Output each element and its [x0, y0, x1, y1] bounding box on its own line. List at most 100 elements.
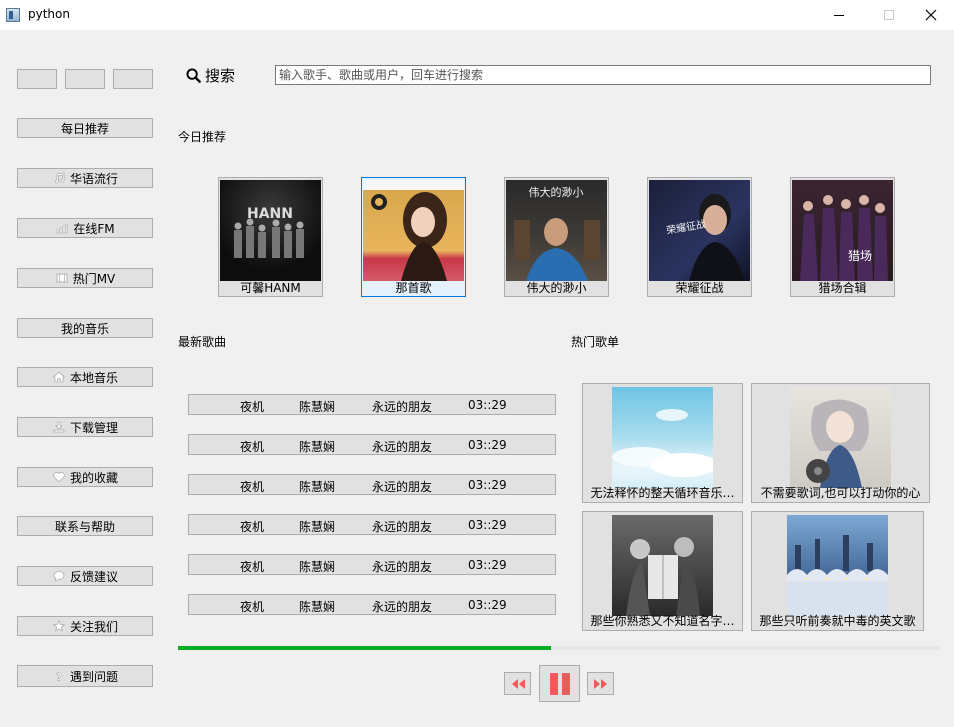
pause-icon — [549, 672, 570, 695]
previous-button[interactable] — [504, 672, 531, 695]
search-label-text: 搜索 — [205, 67, 236, 85]
playlist-title: 不需要歌词,也可以打动你的心 — [760, 486, 921, 500]
svg-text:?: ? — [56, 671, 62, 683]
sidebar-item-local-music[interactable]: 本地音乐 — [17, 367, 153, 387]
song-album: 永远的朋友 — [372, 560, 433, 574]
playlist-cover — [790, 387, 891, 488]
sidebar-item-label: 华语流行 — [69, 171, 118, 186]
home-icon — [52, 371, 66, 383]
playback-progress-fill — [178, 646, 552, 650]
song-row[interactable]: 夜机 陈慧娴 永远的朋友 03::29 — [188, 514, 556, 535]
song-name: 夜机 — [240, 560, 265, 574]
playlist-cover — [612, 515, 713, 616]
song-artist: 陈慧娴 — [299, 440, 336, 454]
search-input[interactable] — [275, 65, 931, 85]
album-cover-text: 猎场 — [848, 249, 872, 263]
sidebar-item-daily[interactable]: 每日推荐 — [17, 118, 153, 138]
album-card-great-small[interactable]: 伟大的渺小 伟大的渺小 — [504, 177, 609, 297]
maximize-button[interactable] — [866, 0, 912, 30]
pause-button[interactable] — [539, 665, 580, 702]
sidebar-item-fm[interactable]: 在线FM — [17, 218, 153, 238]
album-cover: 猎场 — [792, 180, 893, 281]
hot-section-title: 热门歌单 — [571, 335, 620, 349]
song-name: 夜机 — [240, 600, 265, 614]
sidebar-item-label: 遇到问题 — [69, 669, 118, 684]
playlist-cover — [787, 515, 888, 616]
window-title: python — [28, 7, 70, 21]
album-card-hann[interactable]: HANN 可馨HANM — [218, 177, 323, 297]
song-album: 永远的朋友 — [372, 480, 433, 494]
minimize-button[interactable] — [816, 0, 862, 30]
playlist-title: 那些只听前奏就中毒的英文歌 — [759, 614, 916, 628]
sidebar-item-label: 反馈建议 — [69, 569, 118, 584]
playlist-card[interactable]: 不需要歌词,也可以打动你的心 — [751, 383, 930, 503]
sidebar-top-button-2[interactable] — [65, 69, 105, 89]
heart-icon — [52, 471, 66, 483]
app-icon — [6, 8, 20, 22]
song-album: 永远的朋友 — [372, 400, 433, 414]
sidebar-item-favorites[interactable]: 我的收藏 — [17, 467, 153, 487]
song-duration: 03::29 — [468, 438, 507, 452]
sidebar-item-label: 关注我们 — [69, 619, 118, 634]
song-artist: 陈慧娴 — [299, 600, 336, 614]
song-name: 夜机 — [240, 480, 265, 494]
album-card-hunting[interactable]: 猎场 猎场合辑 — [790, 177, 895, 297]
song-album: 永远的朋友 — [372, 440, 433, 454]
song-row[interactable]: 夜机 陈慧娴 永远的朋友 03::29 — [188, 434, 556, 455]
album-title: 可馨HANM — [240, 281, 301, 295]
search-label: 搜索 — [186, 65, 235, 86]
sidebar-top-button-1[interactable] — [17, 69, 57, 89]
sidebar-item-label: 下载管理 — [69, 420, 118, 435]
song-artist: 陈慧娴 — [299, 520, 336, 534]
signal-bars-icon — [55, 222, 69, 234]
next-button[interactable] — [587, 672, 614, 695]
song-album: 永远的朋友 — [372, 520, 433, 534]
album-card-glory[interactable]: 荣耀征战 荣耀征战 — [647, 177, 752, 297]
sidebar-item-help[interactable]: 联系与帮助 — [17, 516, 153, 536]
album-cover: 荣耀征战 — [649, 180, 750, 281]
download-icon — [52, 421, 66, 433]
playlist-cover — [612, 387, 718, 488]
film-icon — [55, 272, 69, 284]
sidebar-item-my-music[interactable]: 我的音乐 — [17, 318, 153, 338]
sidebar-item-feedback[interactable]: 反馈建议 — [17, 566, 153, 586]
sidebar-item-downloads[interactable]: 下载管理 — [17, 417, 153, 437]
album-cover-text: 伟大的渺小 — [529, 185, 584, 199]
song-duration: 03::29 — [468, 558, 507, 572]
album-title: 荣耀征战 — [675, 281, 724, 295]
playlist-card[interactable]: 无法释怀的整天循环音乐… — [582, 383, 743, 503]
album-cover: 伟大的渺小 — [506, 180, 607, 281]
minimize-icon — [834, 14, 844, 16]
song-duration: 03::29 — [468, 398, 507, 412]
comment-icon — [52, 570, 66, 582]
song-artist: 陈慧娴 — [299, 400, 336, 414]
close-button[interactable] — [908, 0, 954, 30]
sidebar-item-chinese-pop[interactable]: 华语流行 — [17, 168, 153, 188]
sidebar-item-follow[interactable]: 关注我们 — [17, 616, 153, 636]
song-row[interactable]: 夜机 陈慧娴 永远的朋友 03::29 — [188, 474, 556, 495]
song-row[interactable]: 夜机 陈慧娴 永远的朋友 03::29 — [188, 554, 556, 575]
sidebar-item-label: 在线FM — [73, 221, 115, 236]
sidebar-item-label: 联系与帮助 — [54, 519, 115, 534]
daily-section-title: 今日推荐 — [178, 130, 227, 144]
sidebar-top-button-3[interactable] — [113, 69, 153, 89]
song-duration: 03::29 — [468, 598, 507, 612]
sidebar-item-label: 热门MV — [72, 271, 116, 286]
album-card-that-song[interactable]: 那首歌 — [361, 177, 466, 297]
sidebar-item-mv[interactable]: 热门MV — [17, 268, 153, 288]
song-name: 夜机 — [240, 520, 265, 534]
sidebar-item-label: 本地音乐 — [69, 370, 118, 385]
playlist-card[interactable]: 那些只听前奏就中毒的英文歌 — [751, 511, 924, 631]
rewind-icon — [511, 678, 525, 689]
sidebar-item-problems[interactable]: ? 遇到问题 — [17, 665, 153, 687]
search-icon — [186, 68, 201, 83]
song-album: 永远的朋友 — [372, 600, 433, 614]
sidebar-item-label: 我的收藏 — [69, 470, 118, 485]
question-icon: ? — [52, 670, 66, 682]
song-row[interactable]: 夜机 陈慧娴 永远的朋友 03::29 — [188, 594, 556, 615]
playback-progress-bar[interactable] — [178, 646, 940, 650]
song-row[interactable]: 夜机 陈慧娴 永远的朋友 03::29 — [188, 394, 556, 415]
music-note-icon — [52, 172, 66, 184]
playlist-title: 那些你熟悉又不知道名字… — [590, 614, 735, 628]
playlist-card[interactable]: 那些你熟悉又不知道名字… — [582, 511, 743, 631]
